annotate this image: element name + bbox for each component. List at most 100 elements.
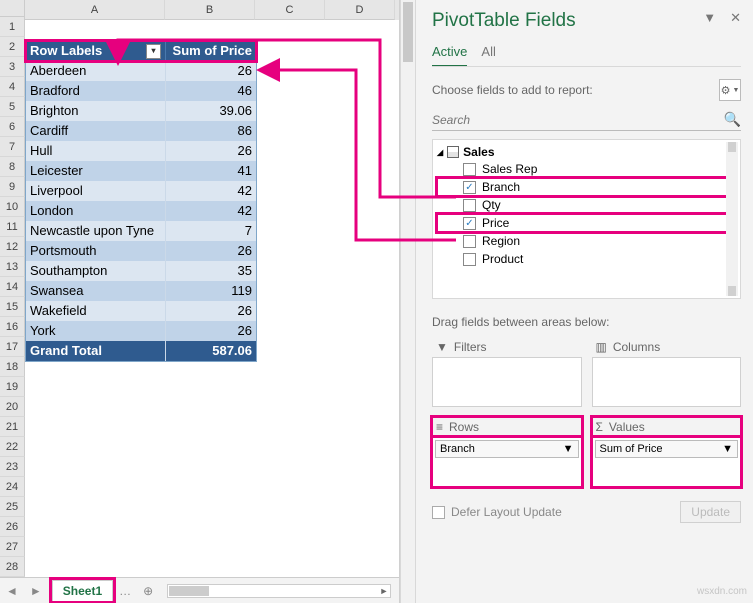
pivot-data-row[interactable]: Swansea119 bbox=[26, 281, 256, 301]
defer-layout-row[interactable]: Defer Layout Update bbox=[432, 505, 562, 519]
rows-pill-branch[interactable]: Branch▼ bbox=[435, 440, 579, 458]
pivot-data-row[interactable]: Hull26 bbox=[26, 141, 256, 161]
pivot-data-row[interactable]: Brighton39.06 bbox=[26, 101, 256, 121]
field-item-product[interactable]: Product bbox=[437, 250, 736, 268]
pivot-data-row[interactable]: Wakefield26 bbox=[26, 301, 256, 321]
tab-nav-prev[interactable]: ◄ bbox=[0, 584, 24, 598]
row-header[interactable]: 13 bbox=[0, 257, 25, 277]
tab-nav-next[interactable]: ► bbox=[24, 584, 48, 598]
pane-title: PivotTable Fields bbox=[432, 10, 576, 32]
field-item-sales-rep[interactable]: Sales Rep bbox=[437, 160, 736, 178]
row-header[interactable]: 3 bbox=[0, 57, 25, 77]
pivot-table[interactable]: Row Labels▾ Sum of Price Aberdeen26Bradf… bbox=[25, 40, 257, 362]
pivot-data-row[interactable]: Cardiff86 bbox=[26, 121, 256, 141]
sheet-tab-1[interactable]: Sheet1 bbox=[52, 580, 113, 601]
area-columns[interactable]: ▥Columns bbox=[592, 337, 742, 407]
col-header-a[interactable]: A bbox=[25, 0, 165, 20]
grid[interactable]: A B C D Row Labels▾ Sum of Price Aberdee… bbox=[25, 0, 399, 577]
table-node-sales[interactable]: ◢ Sales bbox=[437, 144, 736, 160]
col-header-d[interactable]: D bbox=[325, 0, 395, 20]
field-checkbox[interactable] bbox=[463, 163, 476, 176]
row-header[interactable]: 11 bbox=[0, 217, 25, 237]
pane-menu-icon[interactable]: ▼ bbox=[703, 10, 716, 26]
row-header[interactable]: 6 bbox=[0, 117, 25, 137]
pivot-data-row[interactable]: Liverpool42 bbox=[26, 181, 256, 201]
update-button[interactable]: Update bbox=[680, 501, 741, 523]
row-header[interactable]: 12 bbox=[0, 237, 25, 257]
col-header-b[interactable]: B bbox=[165, 0, 255, 20]
pivot-row-label: Wakefield bbox=[26, 301, 166, 321]
select-all-corner[interactable] bbox=[0, 0, 25, 17]
row-header[interactable]: 9 bbox=[0, 177, 25, 197]
pivot-data-row[interactable]: Portsmouth26 bbox=[26, 241, 256, 261]
fields-settings-button[interactable]: ⚙▼ bbox=[719, 79, 741, 101]
row-header[interactable]: 18 bbox=[0, 357, 25, 377]
pivot-data-row[interactable]: Leicester41 bbox=[26, 161, 256, 181]
area-values[interactable]: ΣValues Sum of Price▼ bbox=[592, 417, 742, 487]
row-header[interactable]: 7 bbox=[0, 137, 25, 157]
collapse-icon[interactable]: ◢ bbox=[437, 148, 443, 157]
row-labels-filter-dropdown[interactable]: ▾ bbox=[146, 44, 161, 59]
row-header[interactable]: 2 bbox=[0, 37, 25, 57]
tab-active[interactable]: Active bbox=[432, 44, 467, 67]
watermark: wsxdn.com bbox=[697, 586, 747, 597]
row-header[interactable]: 25 bbox=[0, 497, 25, 517]
field-list[interactable]: ◢ Sales Sales Rep✓BranchQty✓PriceRegionP… bbox=[432, 139, 741, 299]
field-item-qty[interactable]: Qty bbox=[437, 196, 736, 214]
field-item-region[interactable]: Region bbox=[437, 232, 736, 250]
row-header[interactable]: 22 bbox=[0, 437, 25, 457]
horizontal-scrollbar[interactable]: ◄► bbox=[167, 584, 391, 598]
defer-checkbox[interactable] bbox=[432, 506, 445, 519]
pivot-data-row[interactable]: Aberdeen26 bbox=[26, 61, 256, 81]
pane-close-icon[interactable]: ✕ bbox=[730, 10, 741, 26]
row-header[interactable]: 21 bbox=[0, 417, 25, 437]
row-header[interactable]: 10 bbox=[0, 197, 25, 217]
row-header[interactable]: 28 bbox=[0, 557, 25, 577]
field-checkbox[interactable] bbox=[463, 253, 476, 266]
fieldlist-scrollbar[interactable] bbox=[726, 142, 738, 296]
field-search[interactable]: 🔍 bbox=[432, 109, 741, 131]
pivot-data-row[interactable]: London42 bbox=[26, 201, 256, 221]
pivot-data-row[interactable]: Southampton35 bbox=[26, 261, 256, 281]
row-header[interactable]: 27 bbox=[0, 537, 25, 557]
vertical-scrollbar[interactable] bbox=[400, 0, 416, 603]
row-header[interactable]: 17 bbox=[0, 337, 25, 357]
pivot-data-row[interactable]: York26 bbox=[26, 321, 256, 341]
tab-all[interactable]: All bbox=[481, 44, 495, 67]
search-input[interactable] bbox=[432, 113, 724, 127]
row-header[interactable]: 5 bbox=[0, 97, 25, 117]
pivot-row-label: Newcastle upon Tyne bbox=[26, 221, 166, 241]
pivot-header-row[interactable]: Row Labels▾ Sum of Price bbox=[26, 41, 256, 61]
column-headers[interactable]: A B C D bbox=[25, 0, 399, 20]
row-header[interactable]: 1 bbox=[0, 17, 25, 37]
pivot-data-row[interactable]: Newcastle upon Tyne7 bbox=[26, 221, 256, 241]
pivot-row-value: 26 bbox=[166, 241, 256, 261]
pivot-data-row[interactable]: Bradford46 bbox=[26, 81, 256, 101]
row-header[interactable]: 26 bbox=[0, 517, 25, 537]
area-rows[interactable]: ≡Rows Branch▼ bbox=[432, 417, 582, 487]
row-header[interactable]: 4 bbox=[0, 77, 25, 97]
pivot-grand-total-row[interactable]: Grand Total 587.06 bbox=[26, 341, 256, 361]
row-header[interactable]: 23 bbox=[0, 457, 25, 477]
row-header[interactable]: 14 bbox=[0, 277, 25, 297]
field-checkbox[interactable]: ✓ bbox=[463, 217, 476, 230]
new-sheet-button[interactable]: ⊕ bbox=[137, 584, 159, 598]
sheet-tabs-more[interactable]: … bbox=[113, 584, 137, 598]
row-header[interactable]: 16 bbox=[0, 317, 25, 337]
row-header[interactable]: 19 bbox=[0, 377, 25, 397]
area-filters[interactable]: ▼Filters bbox=[432, 337, 582, 407]
row-header[interactable]: 24 bbox=[0, 477, 25, 497]
field-checkbox[interactable]: ✓ bbox=[463, 181, 476, 194]
col-header-c[interactable]: C bbox=[255, 0, 325, 20]
row-header[interactable]: 8 bbox=[0, 157, 25, 177]
row-header[interactable]: 15 bbox=[0, 297, 25, 317]
area-values-label: Values bbox=[609, 420, 645, 434]
row-header[interactable]: 20 bbox=[0, 397, 25, 417]
field-item-branch[interactable]: ✓Branch bbox=[437, 178, 736, 196]
field-item-price[interactable]: ✓Price bbox=[437, 214, 736, 232]
pill-dropdown-icon[interactable]: ▼ bbox=[722, 443, 733, 455]
field-checkbox[interactable] bbox=[463, 199, 476, 212]
pill-dropdown-icon[interactable]: ▼ bbox=[563, 443, 574, 455]
field-checkbox[interactable] bbox=[463, 235, 476, 248]
values-pill-sumofprice[interactable]: Sum of Price▼ bbox=[595, 440, 739, 458]
